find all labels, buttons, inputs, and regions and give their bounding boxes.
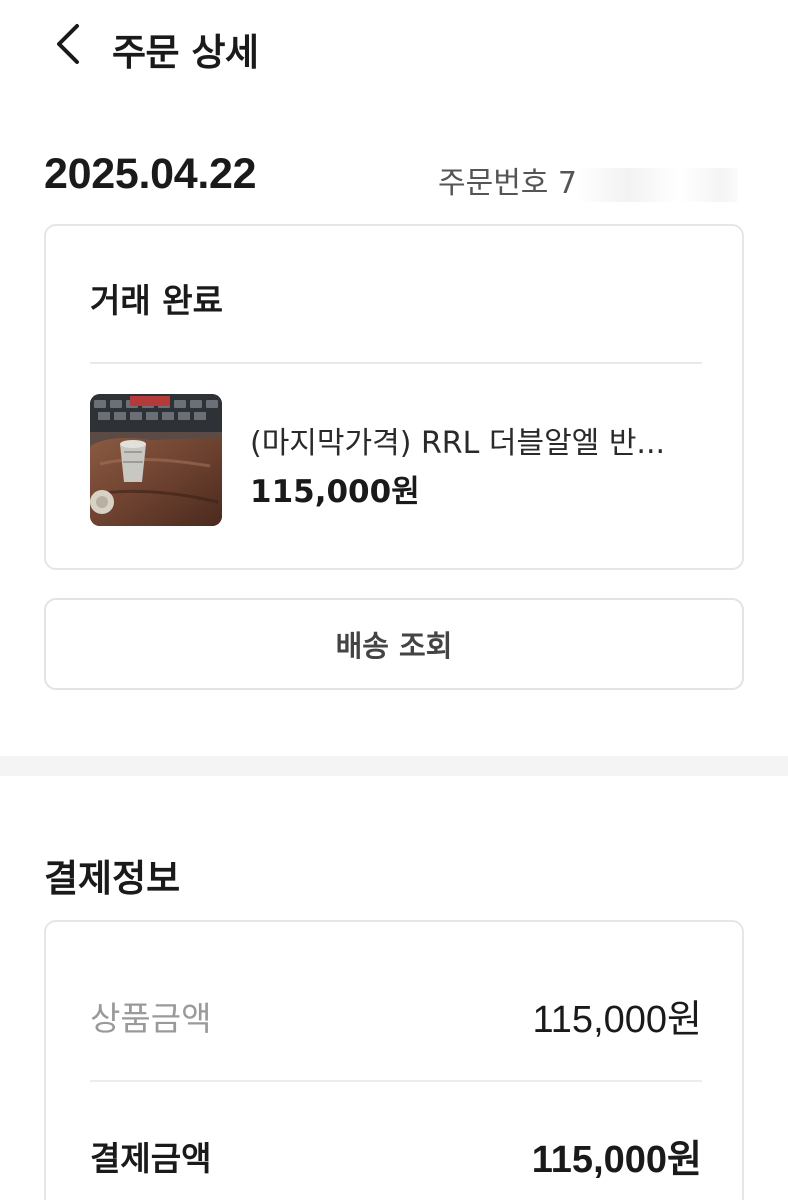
payment-row-product-amount: 상품금액 115,000원: [90, 988, 702, 1043]
payment-row-total-amount: 결제금액 115,000원: [90, 1128, 702, 1183]
divider: [90, 1080, 702, 1082]
track-shipping-button[interactable]: 배송 조회: [44, 598, 744, 690]
total-amount-label: 결제금액: [90, 1138, 212, 1178]
payment-info-card: 상품금액 115,000원 결제금액 115,000원: [44, 920, 744, 1200]
product-amount-value: 115,000원: [532, 999, 702, 1041]
product-thumbnail[interactable]: [90, 394, 222, 526]
product-name[interactable]: (마지막가격) RRL 더블알엘 반...: [250, 418, 702, 462]
product-amount-label: 상품금액: [90, 998, 212, 1038]
order-date: 2025.04.22: [44, 150, 257, 198]
divider: [90, 362, 702, 364]
order-number: 주문번호 73: [438, 158, 738, 202]
chevron-left-icon: [53, 22, 83, 70]
total-amount-value: 115,000원: [531, 1139, 702, 1181]
order-number-label: 주문번호 7: [438, 166, 578, 201]
app-header: 주문 상세: [0, 0, 788, 96]
section-divider: [0, 756, 788, 776]
page-title: 주문 상세: [112, 31, 259, 74]
product-price: 115,000원: [250, 474, 420, 510]
redacted-order-number: [577, 167, 738, 202]
payment-section-title: 결제정보: [44, 857, 181, 900]
order-status-card: 거래 완료 (마지막가격) RRL 더블알엘 반... 115,000원: [44, 224, 744, 570]
back-button[interactable]: [44, 18, 92, 74]
order-status-title: 거래 완료: [90, 281, 223, 320]
